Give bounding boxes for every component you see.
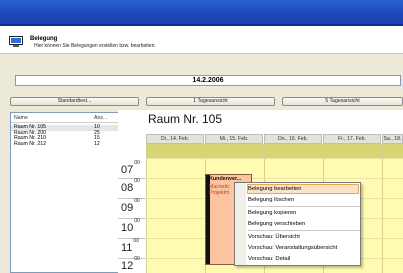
- monitor-icon: [9, 36, 23, 48]
- day-header[interactable]: Mi., 15. Feb.: [205, 134, 263, 144]
- one-day-view-button[interactable]: 1 Tagesansicht: [146, 97, 275, 106]
- hour-divider: [118, 258, 146, 259]
- day-header[interactable]: Di., 14. Feb.: [146, 134, 204, 144]
- menu-item-preview-event-overview[interactable]: Vorschau: Veranstaltungsübersicht: [248, 243, 360, 253]
- event-details: Macnetic Projektm: [209, 184, 230, 196]
- menu-item-delete-booking[interactable]: Belegung löschen: [248, 195, 360, 205]
- hour-divider: [118, 218, 146, 219]
- context-menu: Belegung bearbeiten Belegung löschen Bel…: [234, 182, 361, 266]
- hour-label: 0700: [121, 160, 140, 176]
- five-day-view-button[interactable]: 5 Tagesansicht: [282, 97, 403, 106]
- menu-item-preview-overview[interactable]: Vorschau: Übersicht: [248, 232, 360, 242]
- column-header-count[interactable]: Anz...: [94, 115, 107, 121]
- day-column[interactable]: [146, 144, 205, 273]
- room-list[interactable]: Name Anz... Raum Nr. 105 10 Raum Nr. 200…: [10, 112, 125, 273]
- hour-label: 0900: [121, 198, 140, 214]
- hour-label: 1100: [121, 238, 139, 254]
- hour-label: 0800: [121, 178, 140, 194]
- menu-item-copy-booking[interactable]: Belegung kopieren: [248, 208, 360, 218]
- menu-item-preview-detail[interactable]: Vorschau: Detail: [248, 254, 360, 264]
- page-title: Belegung: [30, 36, 58, 42]
- day-header[interactable]: Sa., 18.: [382, 134, 403, 144]
- hour-label: 1200: [121, 256, 140, 272]
- window-titlebar: [0, 0, 403, 26]
- hour-label: 1000: [121, 218, 140, 234]
- grid-line: [146, 158, 403, 159]
- page-subtitle: Hier können Sie Belegungen erstellen bzw…: [34, 43, 156, 49]
- room-count: 12: [94, 140, 100, 147]
- time-column: 0700 0800 0900 1000 1100 1200: [118, 144, 146, 273]
- menu-separator: [248, 230, 360, 231]
- room-list-header: Name Anz...: [11, 113, 124, 123]
- room-list-item[interactable]: Raum Nr. 212 12: [11, 140, 124, 148]
- hour-divider: [118, 238, 146, 239]
- day-header[interactable]: Do., 16. Feb.: [264, 134, 322, 144]
- date-display[interactable]: 14.2.2006: [15, 75, 401, 86]
- hour-divider: [118, 198, 146, 199]
- menu-item-move-booking[interactable]: Belegung verschieben: [248, 219, 360, 229]
- page-header: Belegung Hier können Sie Belegungen erst…: [0, 26, 403, 54]
- menu-icon-strip: [235, 183, 246, 265]
- room-name: Raum Nr. 212: [14, 140, 47, 147]
- hour-divider: [118, 178, 146, 179]
- day-header[interactable]: Fr., 17. Feb.: [323, 134, 381, 144]
- menu-separator: [248, 206, 360, 207]
- standard-text-button[interactable]: Standardtext...: [10, 97, 139, 106]
- column-header-name[interactable]: Name: [14, 115, 28, 121]
- calendar-room-title: Raum Nr. 105: [148, 112, 223, 126]
- day-column[interactable]: [382, 144, 403, 273]
- menu-item-edit-booking[interactable]: Belegung bearbeiten: [247, 184, 359, 194]
- grid-line: [146, 178, 403, 179]
